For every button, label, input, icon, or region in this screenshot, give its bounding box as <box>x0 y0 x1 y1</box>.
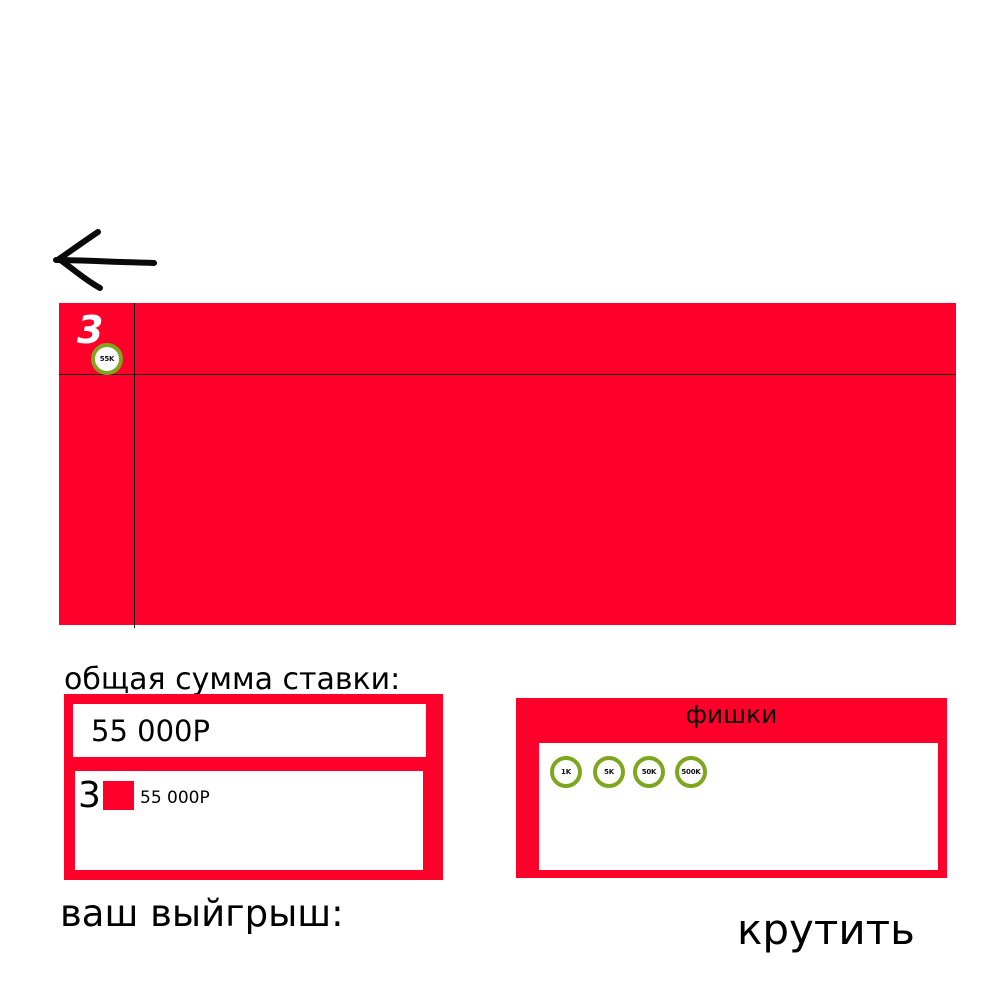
bet-number: 3 <box>78 775 101 816</box>
spin-button[interactable]: крутить <box>737 905 915 955</box>
betting-board[interactable] <box>59 303 956 625</box>
bet-list-item[interactable]: 3 55 000Р <box>75 771 423 821</box>
total-bet-value: 55 000Р <box>91 714 210 748</box>
winnings-label: ваш выйгрыш: <box>60 892 344 935</box>
chip-1k[interactable]: 1K <box>550 756 582 788</box>
chip-500k[interactable]: 500K <box>675 756 707 788</box>
total-bet-field: 55 000Р <box>73 704 426 757</box>
back-arrow-icon[interactable] <box>52 222 162 294</box>
board-cell-3[interactable]: 3 55K <box>60 304 134 375</box>
chips-title: фишки <box>685 700 778 729</box>
placed-chip[interactable]: 55K <box>91 343 123 375</box>
chip-5k[interactable]: 5K <box>593 756 625 788</box>
chips-panel: фишки 1K 5K 50K 500K <box>516 698 947 878</box>
board-divider-vertical <box>134 303 135 628</box>
bet-amount: 55 000Р <box>140 788 210 808</box>
board-divider-horizontal <box>59 374 956 375</box>
total-bet-label: общая сумма ставки: <box>64 662 401 697</box>
chip-50k[interactable]: 50K <box>633 756 665 788</box>
bets-list: 3 55 000Р <box>75 771 423 870</box>
chips-tray: 1K 5K 50K 500K <box>539 743 938 870</box>
total-bet-panel: 55 000Р 3 55 000Р <box>64 694 443 880</box>
bet-color-swatch <box>103 781 134 810</box>
